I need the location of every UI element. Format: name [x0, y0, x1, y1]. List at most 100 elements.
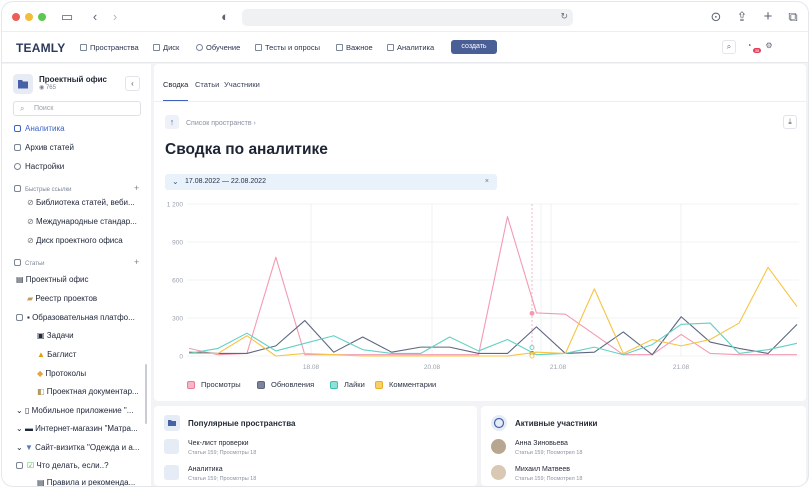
- breadcrumb[interactable]: Список пространств ›: [186, 120, 256, 127]
- collapse-icon: [16, 314, 23, 321]
- tree-item[interactable]: ▤ Проектный офис: [16, 275, 89, 284]
- hover-point: [529, 353, 535, 359]
- zoom-window-icon[interactable]: [38, 13, 46, 21]
- quick-links-section[interactable]: Быстрые ссылки: [14, 185, 71, 193]
- tabs-overview-icon[interactable]: ⧉: [786, 10, 800, 24]
- link-icon: ⊘: [27, 198, 36, 207]
- add-article-icon[interactable]: +: [134, 257, 139, 267]
- url-bar[interactable]: ↻: [242, 9, 573, 26]
- tab-summary[interactable]: Сводка: [163, 80, 188, 89]
- phone-icon: ▯: [24, 406, 32, 415]
- create-button[interactable]: создать: [451, 40, 497, 54]
- x-tick-label: 21.08: [550, 364, 567, 371]
- tree-item[interactable]: ◆ Протоколы: [37, 369, 86, 378]
- nav-tests[interactable]: Тесты и опросы: [255, 43, 320, 52]
- back-icon[interactable]: ‹: [88, 10, 102, 24]
- member-name[interactable]: Анна Зиновьева: [515, 440, 568, 447]
- nav-disk[interactable]: Диск: [153, 43, 179, 52]
- chevron-down-icon: ⌄: [172, 177, 179, 186]
- tree-item[interactable]: ◧ Проектная документар...: [37, 387, 139, 396]
- member-name[interactable]: Михаил Матвеев: [515, 466, 570, 473]
- notification-badge: 35: [753, 48, 761, 53]
- nav-analytics[interactable]: Аналитика: [387, 43, 434, 52]
- sidebar-search-input[interactable]: ⌕ Поиск: [13, 101, 141, 116]
- close-window-icon[interactable]: [12, 13, 20, 21]
- search-icon[interactable]: ⌕: [722, 40, 736, 54]
- sidebar-item-analytics[interactable]: Аналитика: [14, 124, 65, 133]
- card-title: Популярные пространства: [188, 419, 296, 428]
- search-icon: ⌕: [20, 104, 25, 113]
- sidebar-toggle-icon[interactable]: ▭: [60, 10, 74, 24]
- reload-icon[interactable]: ↻: [560, 11, 568, 22]
- share-icon[interactable]: ⇪: [735, 10, 749, 24]
- teamly-logo[interactable]: TEAMLY: [16, 41, 65, 55]
- member-avatar[interactable]: [491, 465, 506, 480]
- tree-item[interactable]: ▲ Баглист: [37, 350, 76, 359]
- laptop-icon: ▬: [24, 424, 36, 433]
- arrow-up-icon[interactable]: ↑: [165, 115, 179, 129]
- space-meta: Статьи 159; Просмотры 18: [188, 476, 257, 482]
- download-icon[interactable]: ⤓: [783, 115, 797, 129]
- tree-item[interactable]: ▰ Реестр проектов: [27, 294, 97, 303]
- tab-articles[interactable]: Статьи: [195, 80, 219, 89]
- collapse-sidebar-button[interactable]: ‹: [125, 76, 140, 91]
- space-meta: Статьи 159; Просмотры 18: [188, 450, 257, 456]
- link-icon: ⊘: [27, 236, 36, 245]
- app-header: TEAMLY Пространства Диск Обучение Тесты …: [2, 32, 808, 85]
- y-tick-label: 600: [172, 278, 183, 285]
- privacy-shield-icon[interactable]: ◐: [218, 10, 232, 24]
- tree-item[interactable]: ☑ Что делать, если..?: [16, 461, 109, 470]
- quick-link[interactable]: ⊘ Библиотека статей, веби...: [27, 198, 135, 207]
- sidebar-item-archive[interactable]: Архив статей: [14, 143, 74, 152]
- nav-important[interactable]: Важное: [336, 43, 373, 52]
- forward-icon[interactable]: ›: [108, 10, 122, 24]
- legend-likes[interactable]: Лайки: [330, 380, 365, 389]
- legend-swatch: [375, 380, 383, 389]
- space-views: ◉ 765: [39, 85, 56, 91]
- legend-comments[interactable]: Комментарии: [375, 380, 436, 389]
- clear-icon[interactable]: ×: [485, 174, 489, 190]
- x-tick-label: 21.08: [673, 364, 690, 371]
- analytics-line-chart: 1 200 900 600 300 0 18.08 20.08 21.08 21.08: [167, 202, 799, 371]
- new-tab-icon[interactable]: +: [761, 9, 775, 24]
- quick-link[interactable]: ⊘ Международные стандар...: [27, 217, 137, 226]
- sidebar-item-settings[interactable]: Настройки: [14, 162, 64, 171]
- tree-item[interactable]: ⌄ ▯ Мобильное приложение "...: [16, 406, 133, 415]
- tree-item[interactable]: ⌄ ▼ Сайт-визитка "Одежда и а...: [16, 443, 139, 452]
- nav-spaces[interactable]: Пространства: [80, 43, 139, 52]
- sidebar-scrollbar[interactable]: [145, 364, 147, 424]
- download-icon[interactable]: ⊙: [709, 10, 723, 24]
- member-avatar[interactable]: [491, 439, 506, 454]
- chart-icon: [14, 125, 21, 132]
- tree-item[interactable]: ▣ Задачи: [37, 331, 74, 340]
- minimize-window-icon[interactable]: [25, 13, 33, 21]
- add-quick-link-icon[interactable]: +: [134, 183, 139, 193]
- archive-icon: [14, 144, 21, 151]
- main-panel: Сводка Статьи Участники ↑ Список простра…: [154, 64, 806, 401]
- space-title[interactable]: Проектный офис: [39, 75, 107, 84]
- nav-learning[interactable]: Обучение: [196, 43, 240, 52]
- browser-titlebar: ▭ ‹ › ◐ ↻ ⊙ ⇪ + ⧉: [2, 2, 808, 32]
- series-line: [188, 316, 798, 356]
- legend-views[interactable]: Просмотры: [187, 380, 241, 389]
- y-tick-label: 300: [172, 316, 183, 323]
- articles-section[interactable]: Статьи: [14, 259, 44, 267]
- chevron-down-icon: ⌄: [16, 406, 25, 415]
- tree-item[interactable]: ⌄ ▬ Интернет-магазин "Матра...: [16, 424, 138, 433]
- list-icon: [255, 44, 262, 51]
- gear-icon[interactable]: ⚙: [762, 40, 776, 54]
- check-icon: ☑: [27, 461, 37, 470]
- legend-updates[interactable]: Обновления: [257, 380, 314, 389]
- space-name[interactable]: Чек-лист проверки: [188, 440, 249, 447]
- building-icon: ▤: [16, 275, 26, 284]
- link-icon: ⊘: [27, 217, 36, 226]
- member-meta: Статьи 159; Посмотрел 18: [515, 476, 583, 482]
- tree-item[interactable]: ▪ Образовательная платфо...: [16, 313, 135, 322]
- space-name[interactable]: Аналитика: [188, 466, 223, 473]
- y-tick-label: 0: [179, 354, 183, 361]
- quick-link[interactable]: ⊘ Диск проектного офиса: [27, 236, 123, 245]
- chart-icon: [387, 44, 394, 51]
- tree-item[interactable]: ▤ Правила и рекоменда...: [37, 478, 135, 486]
- date-range-picker[interactable]: ⌄ 17.08.2022 — 22.08.2022 ×: [165, 174, 497, 190]
- tab-members[interactable]: Участники: [224, 80, 260, 89]
